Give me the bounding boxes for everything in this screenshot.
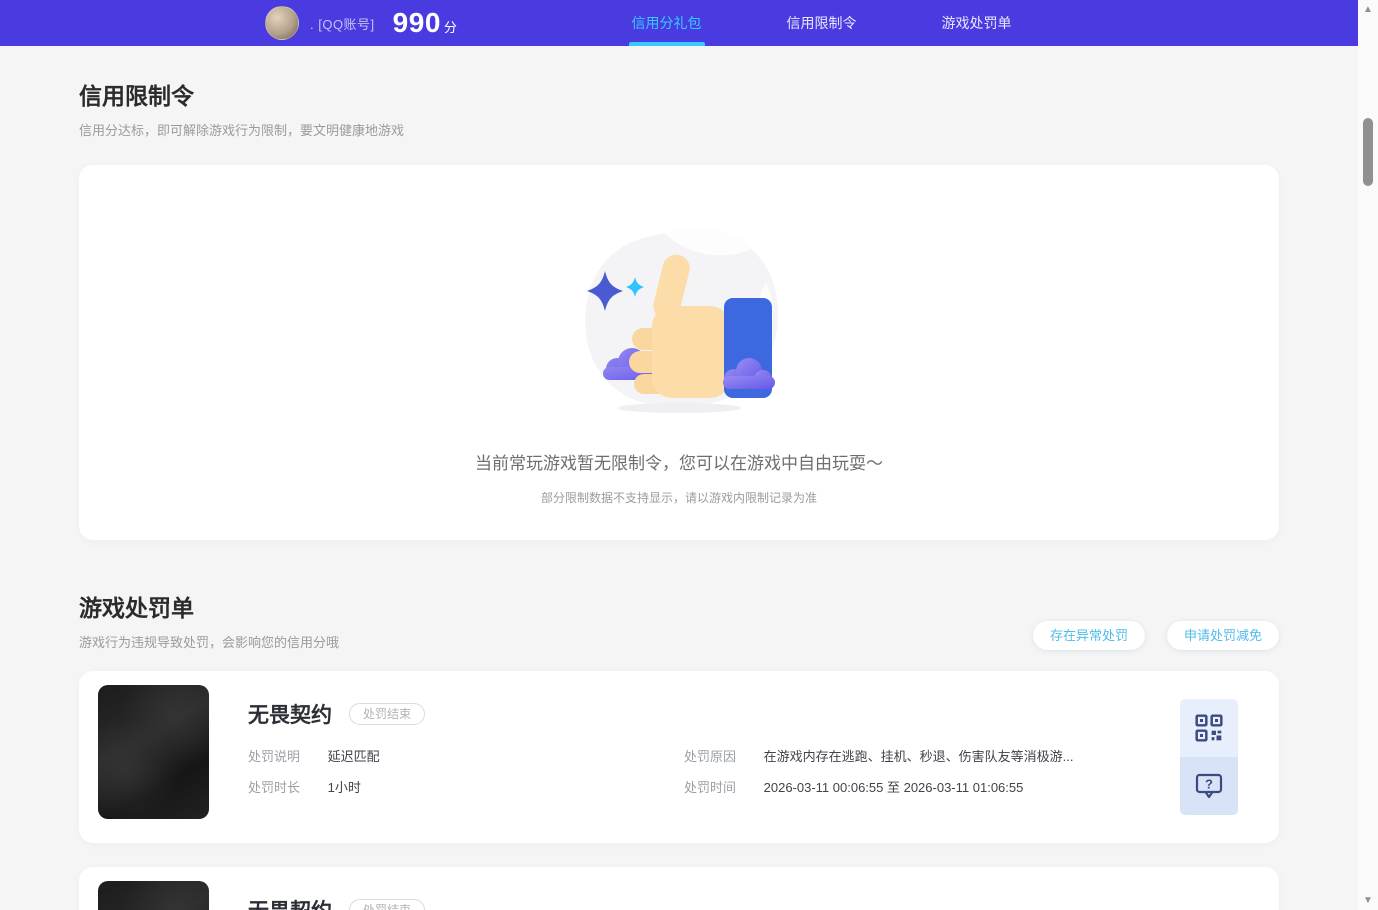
game-title: 无畏契约 [248,704,332,727]
field-value: 1小时 [327,780,361,795]
restriction-title: 信用限制令 [79,83,194,109]
empty-state-message: 当前常玩游戏暂无限制令，您可以在游戏中自由玩耍～ [475,454,883,473]
field-value: 2026-03-11 00:06:55 至 2026-03-11 01:06:5… [763,780,1024,795]
scroll-down-arrow[interactable]: ▼ [1358,895,1378,906]
main-content: 信用限制令 信用分达标，即可解除游戏行为限制，要文明健康地游戏 当前常玩游戏暂无… [0,46,1358,910]
field-punish-desc: 处罚说明 延迟匹配 [248,746,380,765]
topbar-inner: . [QQ账号] 990 分 信用分礼包 信用限制令 游戏处罚单 [79,0,1279,46]
status-badge: 处罚结束 [349,899,426,910]
tab-game-punishment[interactable]: 游戏处罚单 [899,0,1054,46]
credit-score-unit: 分 [443,20,457,35]
tab-credit-gift[interactable]: 信用分礼包 [589,0,744,46]
tab-label: 信用分礼包 [631,15,702,31]
game-title: 无畏契约 [248,895,332,910]
restriction-header: 信用限制令 信用分达标，即可解除游戏行为限制，要文明健康地游戏 [79,77,1279,139]
field-label: 处罚时间 [684,780,737,795]
abnormal-punishment-button[interactable]: 存在异常处罚 [1032,621,1145,650]
punishment-card: 无畏契约 处罚结束 [79,867,1279,910]
punishment-card: 无畏契约 处罚结束 处罚说明 延迟匹配 处罚原因 在游戏内存在逃跑、挂机、秒退、… [79,671,1279,843]
svg-text:?: ? [1205,777,1213,792]
qr-code-button[interactable] [1180,699,1238,757]
field-label: 处罚说明 [248,749,301,764]
tab-label: 游戏处罚单 [941,15,1012,31]
restriction-subtitle: 信用分达标，即可解除游戏行为限制，要文明健康地游戏 [79,123,405,138]
scroll-up-arrow[interactable]: ▲ [1358,4,1378,15]
field-punish-reason: 处罚原因 在游戏内存在逃跑、挂机、秒退、伤害队友等消极游... [684,746,1073,765]
topbar-tabs: 信用分礼包 信用限制令 游戏处罚单 [589,0,1054,46]
punishment-section: 游戏处罚单 游戏行为违规导致处罚，会影响您的信用分哦 存在异常处罚 申请处罚减免… [79,589,1279,910]
field-value: 延迟匹配 [327,749,380,764]
punishment-title: 游戏处罚单 [79,595,194,621]
credit-score-value: 990 [392,7,441,38]
punishment-header: 游戏处罚单 游戏行为违规导致处罚，会影响您的信用分哦 [79,589,339,651]
active-tab-underline [628,42,705,46]
scrollbar-thumb[interactable] [1363,118,1373,186]
game-thumbnail [98,685,209,819]
apply-reduction-button[interactable]: 申请处罚减免 [1166,621,1279,650]
tab-label: 信用限制令 [786,15,857,31]
credit-score: 990 分 [393,7,457,39]
field-value: 在游戏内存在逃跑、挂机、秒退、伤害队友等消极游... [763,749,1074,764]
question-bubble-icon: ? [1195,773,1223,799]
topbar: . [QQ账号] 990 分 信用分礼包 信用限制令 游戏处罚单 [0,0,1358,46]
qr-code-icon [1195,714,1223,742]
account-summary: . [QQ账号] 990 分 [265,0,457,46]
tab-credit-restriction[interactable]: 信用限制令 [744,0,899,46]
account-label: . [QQ账号] [310,16,375,32]
card-tools: ? [1180,699,1238,815]
punishment-subtitle: 游戏行为违规导致处罚，会影响您的信用分哦 [79,635,340,650]
field-punish-time: 处罚时间 2026-03-11 00:06:55 至 2026-03-11 01… [684,777,1023,796]
restriction-section: 信用限制令 信用分达标，即可解除游戏行为限制，要文明健康地游戏 当前常玩游戏暂无… [79,46,1279,540]
status-badge: 处罚结束 [349,703,426,725]
field-label: 处罚原因 [684,749,737,764]
page: . [QQ账号] 990 分 信用分礼包 信用限制令 游戏处罚单 信用限制令 信… [0,0,1378,910]
avatar [265,6,299,40]
scrollbar[interactable]: ▲ ▼ [1358,0,1378,910]
feedback-button[interactable]: ? [1180,757,1238,815]
game-thumbnail [98,881,209,910]
field-punish-duration: 处罚时长 1小时 [248,777,361,796]
empty-state-note: 部分限制数据不支持显示，请以游戏内限制记录为准 [540,491,817,505]
thumbs-up-illustration [585,228,778,413]
punishment-actions: 存在异常处罚 申请处罚减免 [1032,621,1279,650]
restriction-empty-panel: 当前常玩游戏暂无限制令，您可以在游戏中自由玩耍～ 部分限制数据不支持显示，请以游… [79,165,1279,540]
field-label: 处罚时长 [248,780,301,795]
